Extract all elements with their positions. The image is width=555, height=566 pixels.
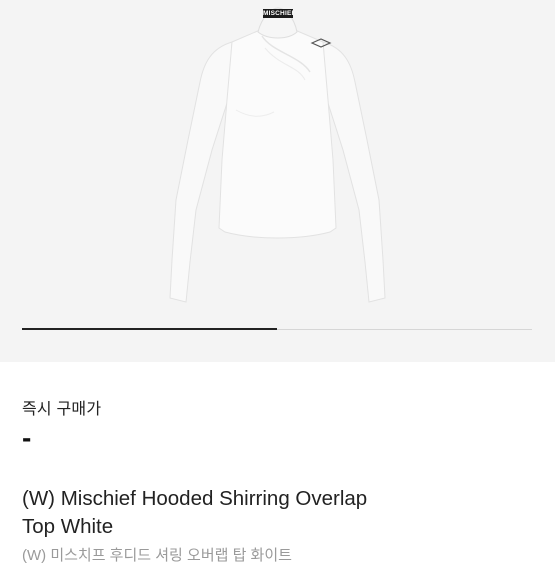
gallery-progress-fill bbox=[22, 328, 277, 330]
product-photo bbox=[169, 7, 386, 303]
instant-buy-price: - bbox=[22, 422, 32, 453]
brand-tag-text: MISCHIEF bbox=[263, 10, 293, 17]
instant-buy-label: 즉시 구매가 bbox=[22, 401, 102, 418]
product-title: (W) Mischief Hooded Shirring Overlap Top… bbox=[22, 487, 368, 538]
product-image-area[interactable]: MISCHIEF bbox=[0, 0, 555, 362]
gallery-progress-bar bbox=[22, 328, 532, 330]
product-subtitle: (W) 미스치프 후디드 셔링 오버랩 탑 화이트 bbox=[22, 547, 292, 564]
